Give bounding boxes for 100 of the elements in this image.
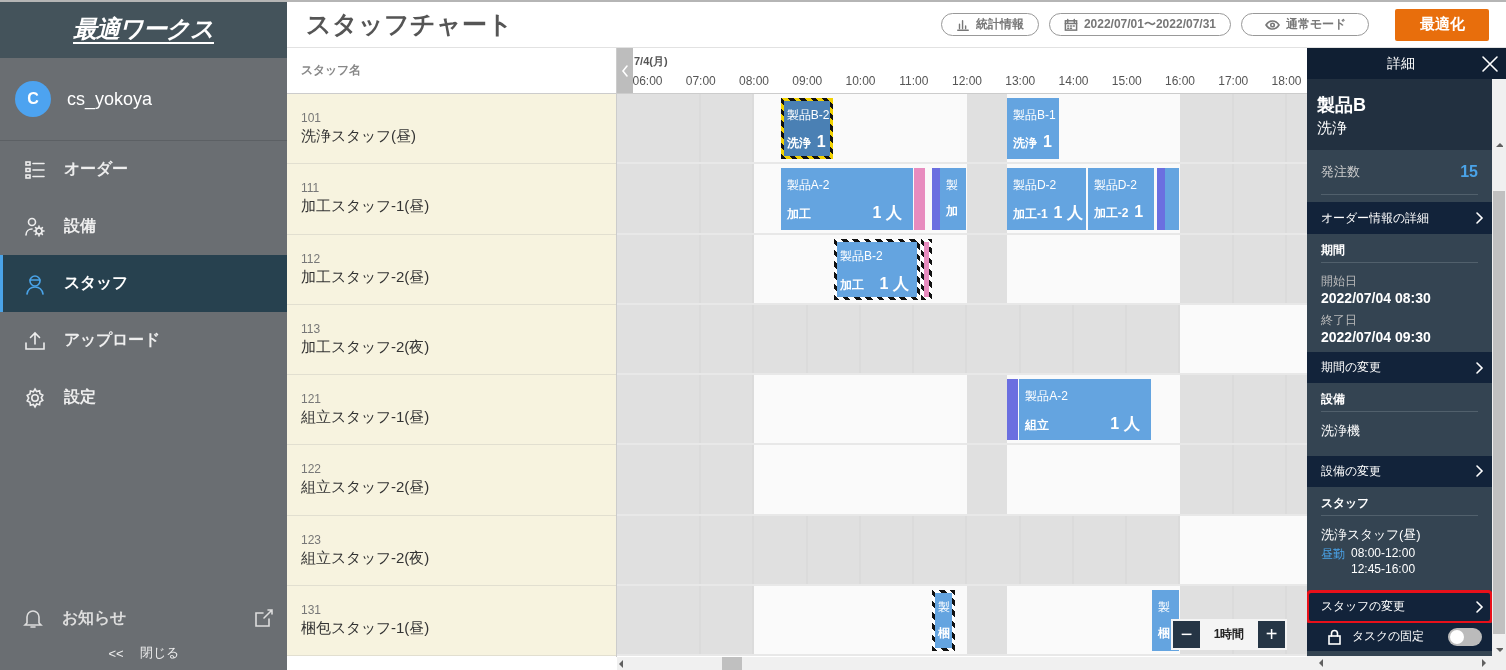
hour-label: 08:00 [739,74,769,88]
upload-icon [24,329,46,352]
staff-count: 1 [816,133,826,151]
process-name: 洗浄 [1317,119,1348,138]
settings-icon [24,386,46,409]
process-label: 加工-1 [1012,206,1048,224]
staff-name: 加工スタッフ-2(昼) [301,267,431,287]
product-name: 製品A-2 [1025,388,1069,405]
product-name: 製品D-2 [1012,177,1057,195]
product-name: 製品B-1 [1012,107,1056,124]
column-header: スタッフ名 [301,62,361,79]
hour-label: 09:00 [792,74,823,88]
scroll-left-icon [617,658,625,669]
bell-icon [22,607,44,629]
field-value: 2022/07/04 09:30 [1321,328,1432,345]
lock-toggle[interactable] [1448,627,1482,646]
section-heading: 設備 [1321,391,1478,413]
toolbar-button[interactable]: 統計情報 [940,13,1039,36]
zoom-level: 1時間 [1212,626,1246,643]
process-label: 洗浄 [786,135,811,152]
toolbar-button[interactable]: 通常モード [1241,13,1369,36]
task-block[interactable]: 製品B-2 加工 1 人 [833,238,920,300]
detail-text: 洗浄機 [1321,422,1361,441]
product-name: 製品A-2 [786,177,830,195]
staff-code: 112 [301,251,322,266]
notice-link[interactable]: お知らせ [62,607,235,629]
task-block[interactable]: 製品B-2 洗浄 1 [780,98,833,160]
scroll-thumb[interactable] [1493,191,1505,634]
shift-tag: 昼勤 [1321,545,1345,576]
hour-label: 11:00 [899,74,929,88]
stat-value: 15 [1460,163,1478,182]
nav-item[interactable]: スタッフ [0,255,287,312]
staff-count: 1 人 [1110,414,1140,434]
nav-item[interactable]: 設定 [0,369,287,426]
hour-label: 14:00 [1058,74,1089,88]
hour-label: 13:00 [1005,74,1036,88]
staff-code: 123 [301,532,323,547]
chevron-right-icon [1474,360,1484,375]
process-label: 加 [946,203,959,221]
detail-link[interactable]: オーダー情報の詳細 [1307,202,1492,234]
process-label: 加工 [839,276,864,294]
task-block[interactable]: 製品D-2 加工-1 1 人 [1006,168,1086,230]
staff-count: 1 [1134,203,1144,222]
task-block[interactable]: 製 梱 [932,589,956,651]
task-block[interactable]: 製品A-2 組立 1 人 [1019,379,1151,441]
product-name: 製 [938,598,951,616]
detail-link[interactable]: 期間の変更 [1307,352,1492,384]
detail-link[interactable]: 設備の変更 [1307,455,1492,487]
product-name: 製品B-2 [839,247,883,265]
task-block[interactable]: 製品A-2 加工 1 人 [780,168,913,230]
scroll-thumb[interactable] [722,657,742,670]
task-block[interactable] [920,238,932,300]
staff-name: 加工スタッフ-1(昼) [301,197,431,217]
list-icon [24,158,46,181]
detail-link[interactable]: スタッフの変更 [1307,591,1492,623]
bar-chart-icon [955,17,970,32]
process-label: 加工-2 [1093,205,1129,223]
staff-code: 113 [301,321,322,336]
gear-person-icon [24,215,46,238]
task-block[interactable]: 製 加 [940,168,966,230]
staff-name: 加工スタッフ-2(夜) [301,337,431,357]
task-block[interactable]: 製品D-2 加工-2 1 [1087,168,1155,230]
panel-title: 詳細 [1385,54,1416,73]
field-label: 開始日 [1321,272,1358,290]
nav-item[interactable]: アップロード [0,312,287,369]
lock-label: タスクの固定 [1352,628,1424,646]
collapse-button[interactable]: << 閉じる [0,640,287,666]
nav-item[interactable]: 設備 [0,198,287,255]
process-label: 梱 [938,624,951,642]
staff-count: 1 人 [1053,203,1083,224]
external-link-icon [253,607,275,629]
field-value: 2022/07/04 08:30 [1321,289,1432,306]
collapse-tab[interactable] [617,48,633,93]
staff-count: 1 人 [872,203,902,224]
hour-label: 18:00 [1271,74,1302,88]
staff-code: 121 [301,392,323,407]
chevron-left-icon [621,64,629,77]
product-name: 製品B-2 [786,107,830,124]
nav-item[interactable]: オーダー [0,141,287,198]
close-icon [1480,53,1500,74]
staff-name: 組立スタッフ-2(昼) [301,478,431,498]
toolbar-button[interactable]: 2022/07/01〜2022/07/31 [1048,13,1231,36]
zoom-in-button[interactable]: + [1258,621,1285,648]
zoom-out-button[interactable]: − [1173,621,1200,648]
hour-label: 10:00 [845,74,876,88]
product-name: 製 [946,177,959,195]
task-block[interactable]: 製品B-1 洗浄 1 [1006,98,1060,160]
optimize-button[interactable]: 最適化 [1395,8,1489,41]
staff-code: 131 [301,602,323,617]
product-name: 製品D-2 [1093,177,1138,195]
staff-code: 101 [301,111,323,126]
shift-time: 12:45-16:00 [1351,561,1416,576]
detail-text: 洗浄スタッフ(昼) [1321,525,1422,544]
chevron-right-icon [1474,464,1484,479]
staff-count: 1 [1042,133,1052,151]
process-label: 組立 [1025,417,1050,434]
close-button[interactable] [1480,53,1500,74]
field-label: 終了日 [1321,311,1358,329]
scroll-left-icon [1317,658,1325,668]
eye-icon [1264,17,1280,32]
